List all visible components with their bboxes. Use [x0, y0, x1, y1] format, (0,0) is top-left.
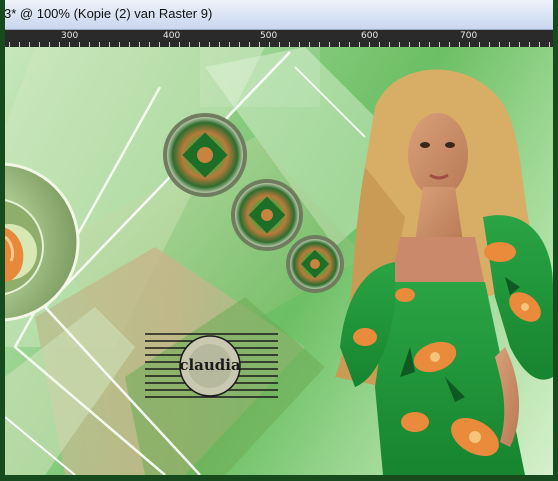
kaleidoscope-disc-2 — [231, 179, 303, 251]
watermark-text: claudia — [179, 356, 241, 374]
ruler-label-700: 700 — [460, 31, 478, 41]
horizontal-ruler[interactable]: 300 400 500 600 700 — [0, 30, 558, 47]
ruler-label-300: 300 — [61, 31, 79, 41]
kaleidoscope-disc-1 — [163, 113, 247, 197]
image-canvas[interactable]: claudia — [5, 47, 553, 475]
kaleidoscope-disc-3 — [286, 235, 344, 293]
window-title: 3* @ 100% (Kopie (2) van Raster 9) — [4, 6, 213, 21]
image-window: 3* @ 100% (Kopie (2) van Raster 9) 300 4… — [0, 0, 558, 481]
ruler-label-400: 400 — [163, 31, 181, 41]
ruler-label-500: 500 — [260, 31, 278, 41]
ruler-label-600: 600 — [361, 31, 379, 41]
artwork: claudia — [5, 47, 553, 475]
title-bar[interactable]: 3* @ 100% (Kopie (2) van Raster 9) — [0, 0, 558, 30]
